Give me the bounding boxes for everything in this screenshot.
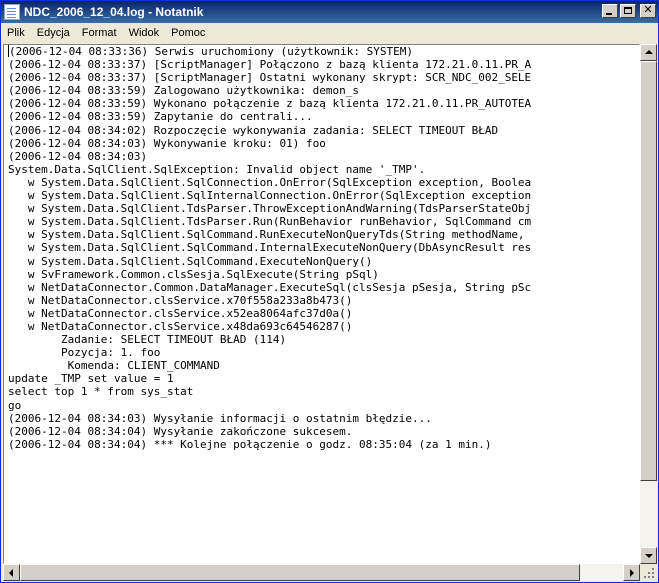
- menu-format[interactable]: Format: [76, 27, 123, 39]
- notepad-window: NDC_2006_12_04.log - Notatnik ✕ Plik Edy…: [0, 0, 659, 583]
- scroll-down-button[interactable]: [640, 547, 657, 564]
- text-line: w NetDataConnector.Common.DataManager.Ex…: [8, 280, 532, 294]
- horizontal-scrollbar[interactable]: [3, 564, 640, 581]
- maximize-icon: [624, 7, 632, 14]
- menu-bar: Plik Edycja Format Widok Pomoc: [1, 23, 658, 43]
- text-line: (2006-12-04 08:34:03) Wykonywanie kroku:…: [8, 136, 326, 150]
- caption-buttons: ✕: [602, 3, 656, 18]
- text-line: (2006-12-04 08:34:04) *** Kolejne połącz…: [8, 437, 492, 451]
- maximize-button[interactable]: [620, 4, 636, 18]
- menu-view[interactable]: Widok: [123, 27, 166, 39]
- text-line: w System.Data.SqlClient.SqlConnection.On…: [8, 175, 532, 189]
- close-icon: ✕: [643, 3, 653, 16]
- text-line: select top 1 * from sys_stat: [8, 385, 194, 399]
- title-bar[interactable]: NDC_2006_12_04.log - Notatnik ✕: [1, 1, 658, 23]
- text-line: (2006-12-04 08:33:59) Zapytanie do centr…: [8, 110, 313, 124]
- horizontal-scroll-thumb[interactable]: [20, 564, 580, 581]
- close-button[interactable]: ✕: [640, 3, 656, 18]
- text-line: w NetDataConnector.clsService.x70f558a23…: [8, 293, 353, 307]
- window-title: NDC_2006_12_04.log - Notatnik: [24, 5, 204, 19]
- text-line-content: (2006-12-04 08:33:36) Serwis uruchomiony…: [9, 45, 413, 58]
- menu-help[interactable]: Pomoc: [165, 27, 211, 39]
- document-text[interactable]: (2006-12-04 08:33:36) Serwis uruchomiony…: [8, 45, 639, 563]
- text-line: (2006-12-04 08:34:02) Rozpoczęcie wykony…: [8, 123, 499, 137]
- vertical-scrollbar[interactable]: [640, 44, 657, 564]
- text-line: Pozycja: 1. foo: [8, 346, 161, 360]
- text-line: update _TMP set value = 1: [8, 372, 174, 386]
- text-line: w SvFramework.Common.clsSesja.SqlExecute…: [8, 267, 379, 281]
- minimize-icon: [606, 13, 612, 15]
- text-line: (2006-12-04 08:34:03): [8, 149, 148, 163]
- text-line: w System.Data.SqlClient.SqlCommand.Execu…: [8, 254, 373, 268]
- text-line: System.Data.SqlClient.SqlException: Inva…: [8, 162, 426, 176]
- text-line: (2006-12-04 08:33:36) Serwis uruchomiony…: [8, 45, 639, 58]
- text-line: (2006-12-04 08:33:37) [ScriptManager] Po…: [8, 58, 532, 72]
- arrow-up-icon: [645, 50, 653, 54]
- minimize-button[interactable]: [602, 4, 618, 18]
- menu-file[interactable]: Plik: [1, 27, 31, 39]
- arrow-left-icon: [9, 569, 13, 577]
- text-line: w System.Data.SqlClient.SqlInternalConne…: [8, 189, 532, 203]
- text-line: Zadanie: SELECT TIMEOUT BŁAD (114): [8, 333, 287, 347]
- text-line: go: [8, 398, 22, 412]
- text-line: w System.Data.SqlClient.TdsParser.ThrowE…: [8, 202, 532, 216]
- notepad-app-icon[interactable]: [4, 4, 20, 20]
- text-line: (2006-12-04 08:33:59) Zalogowano użytkow…: [8, 84, 359, 98]
- text-line: w NetDataConnector.clsService.x52ea8064a…: [8, 306, 353, 320]
- text-editor-area[interactable]: (2006-12-04 08:33:36) Serwis uruchomiony…: [3, 44, 640, 564]
- arrow-right-icon: [630, 569, 634, 577]
- menu-edit[interactable]: Edycja: [31, 27, 76, 39]
- resize-grip[interactable]: [640, 564, 657, 581]
- scroll-right-button[interactable]: [623, 564, 640, 581]
- arrow-down-icon: [645, 554, 653, 558]
- text-line: (2006-12-04 08:34:04) Wysyłanie zakończo…: [8, 424, 353, 438]
- scroll-left-button[interactable]: [3, 564, 20, 581]
- text-line: Komenda: CLIENT_COMMAND: [8, 359, 220, 373]
- text-line: w System.Data.SqlClient.TdsParser.Run(Ru…: [8, 215, 532, 229]
- vertical-scroll-thumb[interactable]: [640, 61, 657, 481]
- text-line: w System.Data.SqlClient.SqlCommand.RunEx…: [8, 228, 532, 242]
- text-line: (2006-12-04 08:33:37) [ScriptManager] Os…: [8, 71, 532, 85]
- text-line: (2006-12-04 08:34:03) Wysyłanie informac…: [8, 411, 432, 425]
- text-line: w System.Data.SqlClient.SqlCommand.Inter…: [8, 241, 532, 255]
- scroll-up-button[interactable]: [640, 44, 657, 61]
- text-line: w NetDataConnector.clsService.x48da693c6…: [8, 319, 353, 333]
- text-line: (2006-12-04 08:33:59) Wykonano połączeni…: [8, 97, 532, 111]
